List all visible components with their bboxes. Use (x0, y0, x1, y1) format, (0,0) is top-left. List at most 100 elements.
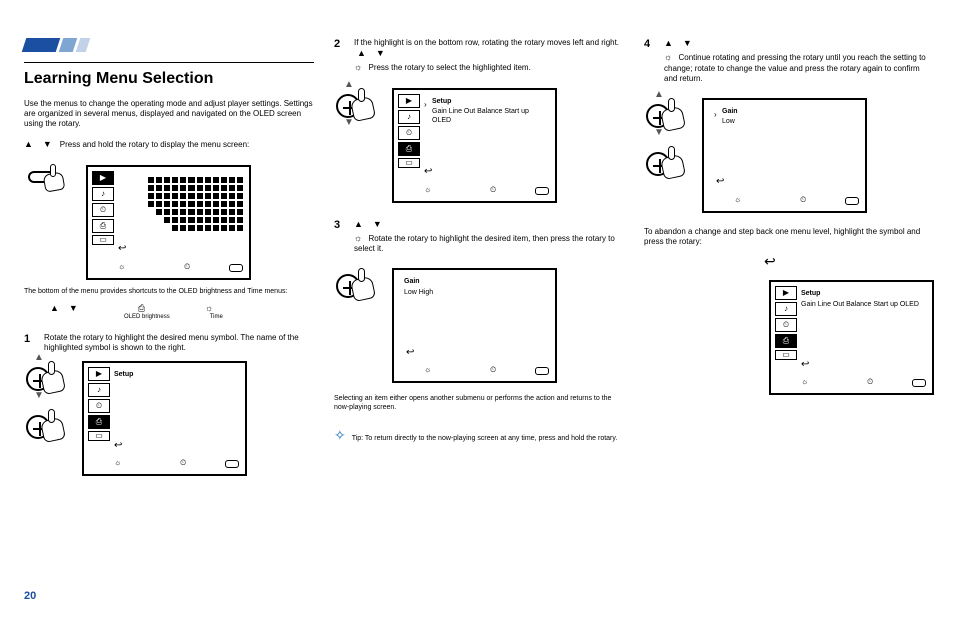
step-text: Rotate the rotary to highlight the desir… (44, 333, 314, 353)
down-arrow-icon: ▼ (43, 139, 52, 150)
rotate-dial-icon: ▲ ▼ (334, 88, 378, 124)
brightness-icon: ☼ (664, 52, 672, 62)
up-arrow-icon: ▲ (24, 139, 33, 150)
screen-gain-value: › Gain Low ↩ ☼ ⏲ (702, 98, 867, 213)
clock-icon: ⏲ (490, 365, 496, 375)
menu-item: ▶ (88, 367, 110, 381)
caret-icon: › (424, 100, 427, 110)
screen-label: Gain (722, 108, 859, 117)
rotate-dial-icon: ▲ ▼ (24, 361, 68, 397)
menu-item: ⎙ (92, 219, 114, 233)
press-menu-text: Press and hold the rotary to display the… (60, 140, 249, 149)
brightness-icon: ☼ (734, 195, 741, 205)
menu-item: ⏲ (398, 126, 420, 140)
step-text: Continue rotating and pressing the rotar… (664, 53, 926, 82)
press-dial-icon (24, 409, 68, 445)
off-badge (535, 367, 549, 375)
brightness-icon: ☼ (424, 185, 431, 195)
press-dial-icon (644, 146, 688, 182)
step-text: Press the rotary to select the highlight… (368, 63, 530, 72)
brightness-icon: ☼ (114, 458, 121, 468)
step-number: 2 (334, 38, 346, 52)
arrows-icon: ▲ ▼ (354, 219, 382, 230)
rotate-dial-icon: ▲ ▼ (644, 98, 688, 134)
clock-icon: ⏲ (490, 185, 496, 195)
menu-item: ▭ (88, 431, 110, 441)
screen-setup-list-return: ▶ ♪ ⏲ ⎙ ▭ Setup Gain Line Out Balance St… (769, 280, 934, 395)
col2-tail-text: Selecting an item either opens another s… (334, 395, 624, 413)
menu-item: ▶ (92, 171, 114, 185)
step-text: If the highlight is on the bottom row, r… (354, 38, 624, 59)
menu-item: ⏲ (92, 203, 114, 217)
screen-label: Setup (801, 290, 926, 299)
header-rule (24, 62, 314, 63)
screen-label: Gain (404, 278, 549, 287)
page-title: Learning Menu Selection (24, 69, 314, 89)
menu-item: ♪ (88, 383, 110, 397)
off-badge (535, 187, 549, 195)
menu-item: ⎙ (398, 142, 420, 156)
brightness-label: OLED brightness (124, 314, 170, 322)
page-number: 20 (24, 590, 36, 604)
arrows-icon: ▲ ▼ (664, 38, 692, 49)
step-number: 4 (644, 38, 656, 52)
arrows-icon: ▲ ▼ (50, 303, 78, 314)
clock-icon: ⏲ (184, 262, 190, 272)
screen-sublabel: Gain Line Out Balance Start up OLED (801, 301, 926, 310)
menu-item: ♪ (92, 187, 114, 201)
menu-item: ♪ (775, 302, 797, 316)
intro-text: Use the menus to change the operating mo… (24, 99, 314, 129)
tip-text: Tip: To return directly to the now-playi… (352, 435, 618, 442)
back-icon: ↩ (114, 440, 122, 453)
menu-item: ▭ (775, 350, 797, 360)
back-icon: ↩ (716, 176, 724, 189)
menu-item: ▶ (775, 286, 797, 300)
off-badge (225, 460, 239, 468)
caret-icon: › (714, 110, 717, 120)
briefcase-icon: ⎙ (138, 303, 145, 314)
menu-item: ▶ (398, 94, 420, 108)
menu-item: ⏲ (88, 399, 110, 413)
brightness-icon: ☼ (801, 377, 808, 387)
screen-setup-highlight: ▶ ♪ ⏲ ⎙ ▭ Setup ↩ ☼ ⏲ (82, 361, 247, 476)
back-icon: ↩ (406, 347, 414, 360)
brightness-icon: ☼ (118, 262, 125, 272)
menu-item: ⏲ (775, 318, 797, 332)
screen-value: Low (722, 118, 859, 127)
clock-icon: ⏲ (867, 377, 873, 387)
off-badge (912, 379, 926, 387)
header-stripes (24, 38, 314, 52)
menu-item: ♪ (398, 110, 420, 124)
screen-gain-list: Gain Low High ↩ ☼ ⏲ (392, 268, 557, 383)
brightness-icon: ☼ (354, 62, 362, 72)
brightness-icon: ☼ (205, 303, 213, 314)
step-number: 1 (24, 333, 36, 347)
off-badge (229, 264, 243, 272)
spectrum-icon (148, 177, 243, 231)
menu-item: ⎙ (88, 415, 110, 429)
screen-music: ▶ ♪ ⏲ ⎙ ▭ Setup ↩ ☼ ⏲ (86, 165, 251, 280)
step-number: 3 (334, 219, 346, 233)
clock-icon: ⏲ (180, 458, 186, 468)
brightness-icon: ☼ (354, 233, 362, 243)
menu-item: ⎙ (775, 334, 797, 348)
off-badge (845, 197, 859, 205)
press-dial-icon (334, 268, 378, 304)
menu-item: ▭ (398, 158, 420, 168)
back-icon: ↩ (801, 359, 809, 372)
back-glyph: ↩ (644, 253, 934, 271)
screen-sublabel: Gain Line Out Balance Start up OLED (432, 108, 549, 126)
step-text: Rotate the rotary to highlight the desir… (354, 234, 615, 253)
back-icon: ↩ (424, 166, 432, 179)
time-label: Time (210, 314, 223, 322)
back-text: To abandon a change and step back one me… (644, 227, 934, 247)
bottom-row-text: The bottom of the menu provides shortcut… (24, 288, 314, 297)
screen-sublabel: Low High (404, 289, 549, 298)
rotary-arrows: ▲ ▼ (24, 139, 52, 150)
menu-button-press-icon (24, 165, 68, 193)
back-icon: ↩ (118, 243, 126, 256)
menu-item: ▭ (92, 235, 114, 245)
tip-icon: ✧ (334, 427, 346, 443)
brightness-icon: ☼ (424, 365, 431, 375)
screen-setup-list: ▶ ♪ ⏲ ⎙ ▭ › Setup Gain Line Out Balance … (392, 88, 557, 203)
